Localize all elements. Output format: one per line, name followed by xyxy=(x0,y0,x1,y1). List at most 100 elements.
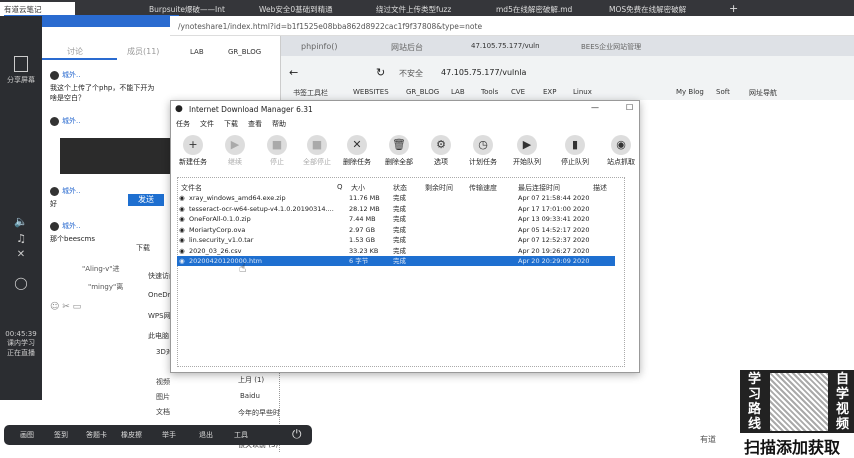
download-row[interactable]: ◉ xray_windows_amd64.exe.zip 11.76 MB 完成 Apr… xyxy=(177,193,615,203)
browser-tab[interactable]: md5在线解密破解.md xyxy=(492,2,597,16)
explorer-item[interactable]: 下载 xyxy=(136,243,150,253)
browser2-tab[interactable]: BEES企业网站管理 xyxy=(581,42,641,52)
maximize-button[interactable]: ☐ xyxy=(626,103,633,112)
explorer-item[interactable]: 此电脑 xyxy=(148,331,169,341)
browser-window-2: phpinfo() 网站后台 47.105.75.177/vuln BEES企业… xyxy=(280,36,854,100)
bookmark[interactable]: CVE xyxy=(511,88,525,96)
bookmark[interactable]: LAB xyxy=(451,88,465,96)
bookmark[interactable]: Linux xyxy=(573,88,592,96)
toolbar-button-4[interactable]: ✕ 删除任务 xyxy=(337,135,377,167)
background-address-bar[interactable]: /ynoteshare1/index.html?id=b1f1525e08bba… xyxy=(170,16,854,36)
emoji-scissors-image-icons[interactable]: ☺ ✂ ▭ xyxy=(50,302,81,312)
menu-help[interactable]: 帮助 xyxy=(272,119,286,129)
column-size[interactable]: 大小 xyxy=(351,183,365,193)
bookmark[interactable]: Tools xyxy=(481,88,498,96)
download-row[interactable]: ◉ MoriartyCorp.ova 2.97 GB 完成 Apr 05 14:52:1… xyxy=(177,225,615,235)
explorer-item[interactable]: 视频 xyxy=(156,377,170,387)
group-header[interactable]: 今年的早些时候 xyxy=(238,408,280,418)
toolbar-button-0[interactable]: + 新建任务 xyxy=(173,135,213,167)
music-icon[interactable]: ♫ xyxy=(0,232,42,245)
toolbar-button-6[interactable]: ⚙ 选项 xyxy=(421,135,461,167)
toolbar-button-7[interactable]: ◷ 计划任务 xyxy=(463,135,503,167)
url-field[interactable]: 47.105.75.177/vulnla xyxy=(441,68,526,77)
youdao-taskbar-item[interactable]: 有道 xyxy=(700,434,716,445)
column-remaining[interactable]: 剩余时间 xyxy=(425,183,453,193)
chat-message: 城外.. 好 xyxy=(50,186,81,208)
tab-label: 有道云笔记 xyxy=(4,5,42,14)
column-filename[interactable]: 文件名 xyxy=(181,183,202,193)
tool-eraser[interactable]: 橡皮擦 xyxy=(121,430,142,440)
fullscreen-icon[interactable]: ✕ xyxy=(0,249,42,260)
tab-members[interactable]: 成员(11) xyxy=(127,46,159,57)
menu-download[interactable]: 下载 xyxy=(224,119,238,129)
column-speed[interactable]: 传输速度 xyxy=(469,183,497,193)
explorer-item[interactable]: 图片 xyxy=(156,392,170,402)
browser-tab-bar: 有道云笔记 Burpsuite爆破——Int Web安全0基础到精通 绕过文件上… xyxy=(0,0,854,16)
bookmark[interactable]: WEBSITES xyxy=(353,88,389,96)
bookmark[interactable]: Soft xyxy=(716,88,730,96)
last-connection-time: Apr 20 19:26:27 2020 xyxy=(518,246,590,255)
share-screen-icon[interactable] xyxy=(14,56,28,72)
toolbar-button-3[interactable]: ■ 全部停止 xyxy=(297,135,337,167)
bookmark[interactable]: GR_BLOG xyxy=(406,88,439,96)
minimize-button[interactable]: — xyxy=(591,103,599,112)
bookmark[interactable]: LAB xyxy=(190,48,204,56)
tool-answer-card[interactable]: 答题卡 xyxy=(86,430,107,440)
bookmark[interactable]: EXP xyxy=(543,88,556,96)
browser-tab[interactable]: Web安全0基础到精通 xyxy=(255,2,360,16)
file-status: 完成 xyxy=(393,194,406,202)
column-queue[interactable]: Q xyxy=(337,183,343,191)
toolbar-button-1[interactable]: ▶ 继续 xyxy=(215,135,255,167)
not-secure-label[interactable]: 不安全 xyxy=(399,68,423,79)
toolbar-button-2[interactable]: ■ 停止 xyxy=(257,135,297,167)
explorer-item[interactable]: 文档 xyxy=(156,407,170,417)
download-row[interactable]: ◉ OneForAll-0.1.0.zip 7.44 MB 完成 Apr 13 09:3… xyxy=(177,214,615,224)
file-size: 7.44 MB xyxy=(349,215,376,223)
explorer-file[interactable]: Baidu xyxy=(240,392,260,400)
download-row[interactable]: ◉ 2020_03_26.csv 33.23 KB 完成 Apr 20 19:26:27… xyxy=(177,246,615,256)
camera-icon[interactable]: ◯ xyxy=(0,276,42,290)
share-screen-label[interactable]: 分享屏幕 xyxy=(0,75,42,85)
tool-raise-hand[interactable]: 举手 xyxy=(162,430,176,440)
toolbar-button-9[interactable]: ▮ 停止队列 xyxy=(555,135,595,167)
power-icon[interactable]: ⏻ xyxy=(292,427,302,442)
send-button[interactable]: 发送 xyxy=(128,194,164,206)
tool-exit[interactable]: 退出 xyxy=(199,430,213,440)
tool-tools[interactable]: 工具 xyxy=(234,430,248,440)
browser2-tab[interactable]: 网站后台 xyxy=(391,42,423,53)
browser-tab[interactable]: MOS免费在线解密破解 xyxy=(605,2,715,16)
menu-view[interactable]: 查看 xyxy=(248,119,262,129)
tool-signin[interactable]: 签到 xyxy=(54,430,68,440)
browser2-tab[interactable]: phpinfo() xyxy=(301,42,337,51)
browser-tab[interactable]: 有道云笔记 xyxy=(0,2,75,16)
download-row[interactable]: ◉ tesseract-ocr-w64-setup-v4.1.0.20190314… xyxy=(177,204,615,214)
reload-icon[interactable]: ↻ xyxy=(376,66,385,79)
volume-icon[interactable]: 🔈 xyxy=(0,215,42,228)
group-header[interactable]: 上月 (1) xyxy=(238,375,264,385)
bookmark[interactable]: GR_BLOG xyxy=(228,48,261,56)
menu-file[interactable]: 文件 xyxy=(200,119,214,129)
bookmark[interactable]: 网址导航 xyxy=(749,88,777,98)
download-row[interactable]: ◉ lin.security_v1.0.tar 1.53 GB 完成 Apr 07 12… xyxy=(177,235,615,245)
toolbar-icon: ⚙ xyxy=(431,135,451,155)
new-tab-button[interactable]: + xyxy=(725,0,742,14)
browser-tab[interactable]: 绕过文件上传类型fuzz xyxy=(372,2,477,16)
join-notice: "Aling-v"进 xyxy=(82,265,120,273)
url-text[interactable]: /ynoteshare1/index.html?id=b1f1525e08bba… xyxy=(178,22,482,31)
column-description[interactable]: 描述 xyxy=(593,183,607,193)
menu-task[interactable]: 任务 xyxy=(176,119,190,129)
toolbar-button-10[interactable]: ◉ 站点抓取 xyxy=(601,135,641,167)
column-status[interactable]: 状态 xyxy=(393,183,407,193)
bookmark[interactable]: My Blog xyxy=(676,88,704,96)
avatar xyxy=(50,221,59,231)
browser-tab[interactable]: Burpsuite爆破——Int xyxy=(145,2,245,16)
toolbar-button-5[interactable]: 🗑 删除全部 xyxy=(379,135,419,167)
toolbar-button-8[interactable]: ▶ 开始队列 xyxy=(507,135,547,167)
column-last-connection[interactable]: 最后连接时间 xyxy=(518,183,560,193)
code-screenshot-image[interactable] xyxy=(60,138,170,174)
browser2-tab-active[interactable]: 47.105.75.177/vuln xyxy=(471,42,540,50)
back-icon[interactable]: ← xyxy=(289,66,298,79)
bookmark[interactable]: 书签工具栏 xyxy=(293,88,328,98)
tab-discussion[interactable]: 讨论 xyxy=(67,46,83,57)
tool-draw[interactable]: 画图 xyxy=(20,430,34,440)
